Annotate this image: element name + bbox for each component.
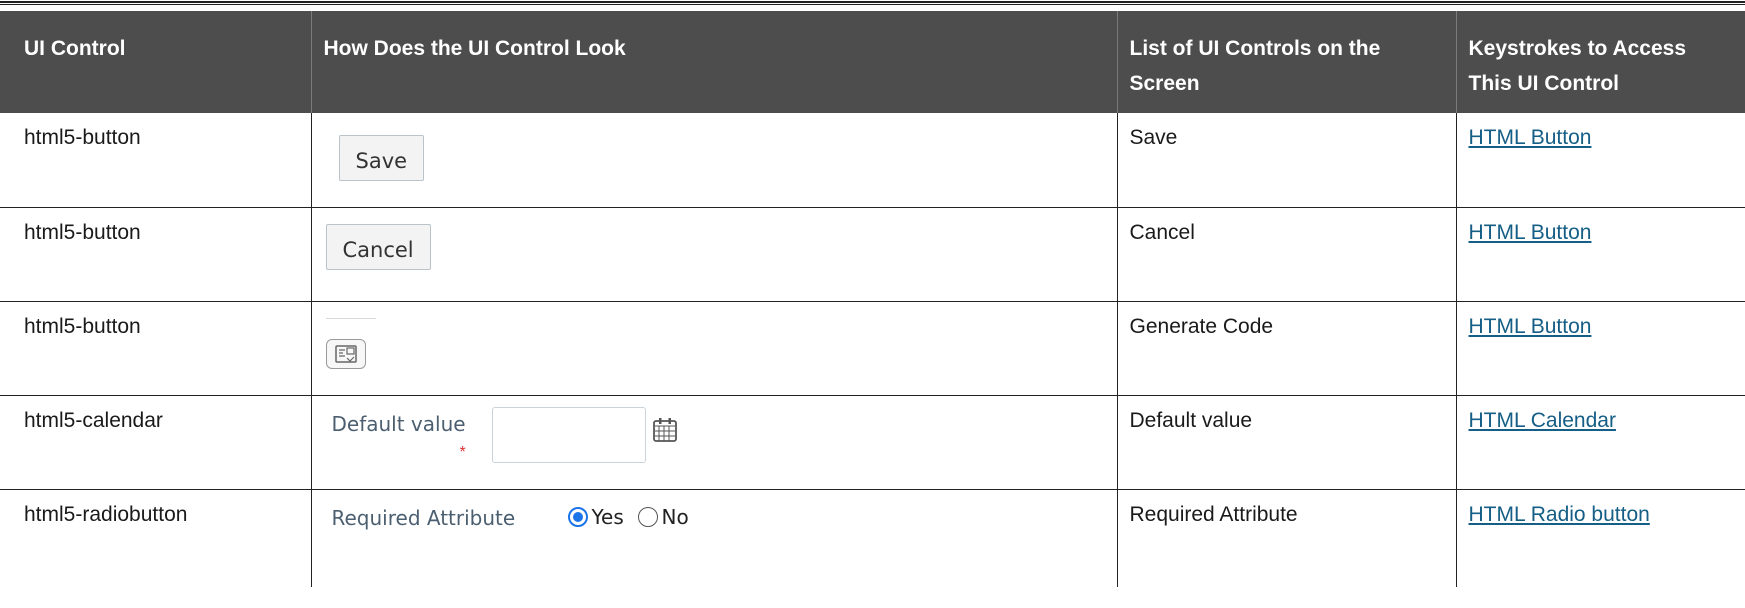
divider [325, 317, 376, 319]
header-list: List of UI Controls on the Screen [1116, 11, 1456, 113]
keystroke-cell: HTML Button [1455, 113, 1745, 208]
generate-code-preview [324, 313, 1105, 383]
radio-yes[interactable]: Yes [567, 503, 624, 531]
keystroke-cell: HTML Radio button [1455, 489, 1745, 587]
table-row: html5-calendar Default value * Default v… [0, 395, 1745, 490]
table-row: html5-radiobutton Required Attribute Yes… [0, 489, 1745, 587]
cancel-button[interactable]: Cancel [325, 223, 431, 270]
control-name: html5-calendar [0, 395, 311, 490]
control-list: Generate Code [1116, 301, 1456, 396]
radio-yes-label: Yes [591, 504, 624, 529]
table-row: html5-button Cancel Cancel HTML Button [0, 207, 1745, 302]
radio-selected-icon [567, 506, 588, 527]
ui-controls-table: UI Control How Does the UI Control Look … [0, 11, 1745, 587]
html-button-link[interactable]: HTML Button [1469, 315, 1592, 338]
control-list: Required Attribute [1116, 489, 1456, 587]
keystroke-cell: HTML Button [1455, 301, 1745, 396]
html-button-link[interactable]: HTML Button [1469, 126, 1592, 149]
control-list: Save [1116, 113, 1456, 208]
keystroke-cell: HTML Button [1455, 207, 1745, 302]
calendar-label: Default value [331, 411, 466, 436]
calendar-icon[interactable] [652, 417, 678, 451]
keystroke-cell: HTML Calendar [1455, 395, 1745, 490]
header-row: UI Control How Does the UI Control Look … [0, 11, 1745, 113]
html-calendar-link[interactable]: HTML Calendar [1469, 409, 1616, 432]
control-name: html5-button [0, 113, 311, 208]
table-row: html5-button Generate Code HTML Button [0, 301, 1745, 396]
control-list: Cancel [1116, 207, 1456, 302]
look-cell: Required Attribute Yes No [310, 489, 1117, 587]
header-ui-control: UI Control [0, 11, 311, 113]
control-list: Default value [1116, 395, 1456, 490]
look-cell: Default value * [310, 395, 1117, 490]
generate-code-button[interactable] [325, 338, 366, 369]
control-name: html5-button [0, 207, 311, 302]
look-cell: Cancel [310, 207, 1117, 302]
look-cell: Save [310, 113, 1117, 208]
look-cell [310, 301, 1117, 396]
radio-preview: Required Attribute Yes No [324, 501, 1105, 541]
radio-no-label: No [661, 504, 689, 529]
date-input[interactable] [491, 406, 646, 463]
radio-group-label: Required Attribute [331, 505, 516, 530]
html-radio-button-link[interactable]: HTML Radio button [1469, 503, 1650, 526]
radio-no[interactable]: No [637, 503, 689, 531]
header-look: How Does the UI Control Look [310, 11, 1117, 113]
table-row: html5-button Save Save HTML Button [0, 113, 1745, 208]
radio-unselected-icon [637, 506, 658, 527]
generate-code-icon [334, 344, 357, 363]
top-rule [0, 1, 1745, 5]
control-name: html5-button [0, 301, 311, 396]
calendar-preview: Default value * [324, 406, 1105, 477]
required-mark: * [459, 443, 466, 461]
control-name: html5-radiobutton [24, 502, 188, 526]
html-button-link[interactable]: HTML Button [1469, 221, 1592, 244]
save-button[interactable]: Save [338, 135, 425, 181]
header-keystrokes: Keystrokes to Access This UI Control [1455, 11, 1745, 113]
